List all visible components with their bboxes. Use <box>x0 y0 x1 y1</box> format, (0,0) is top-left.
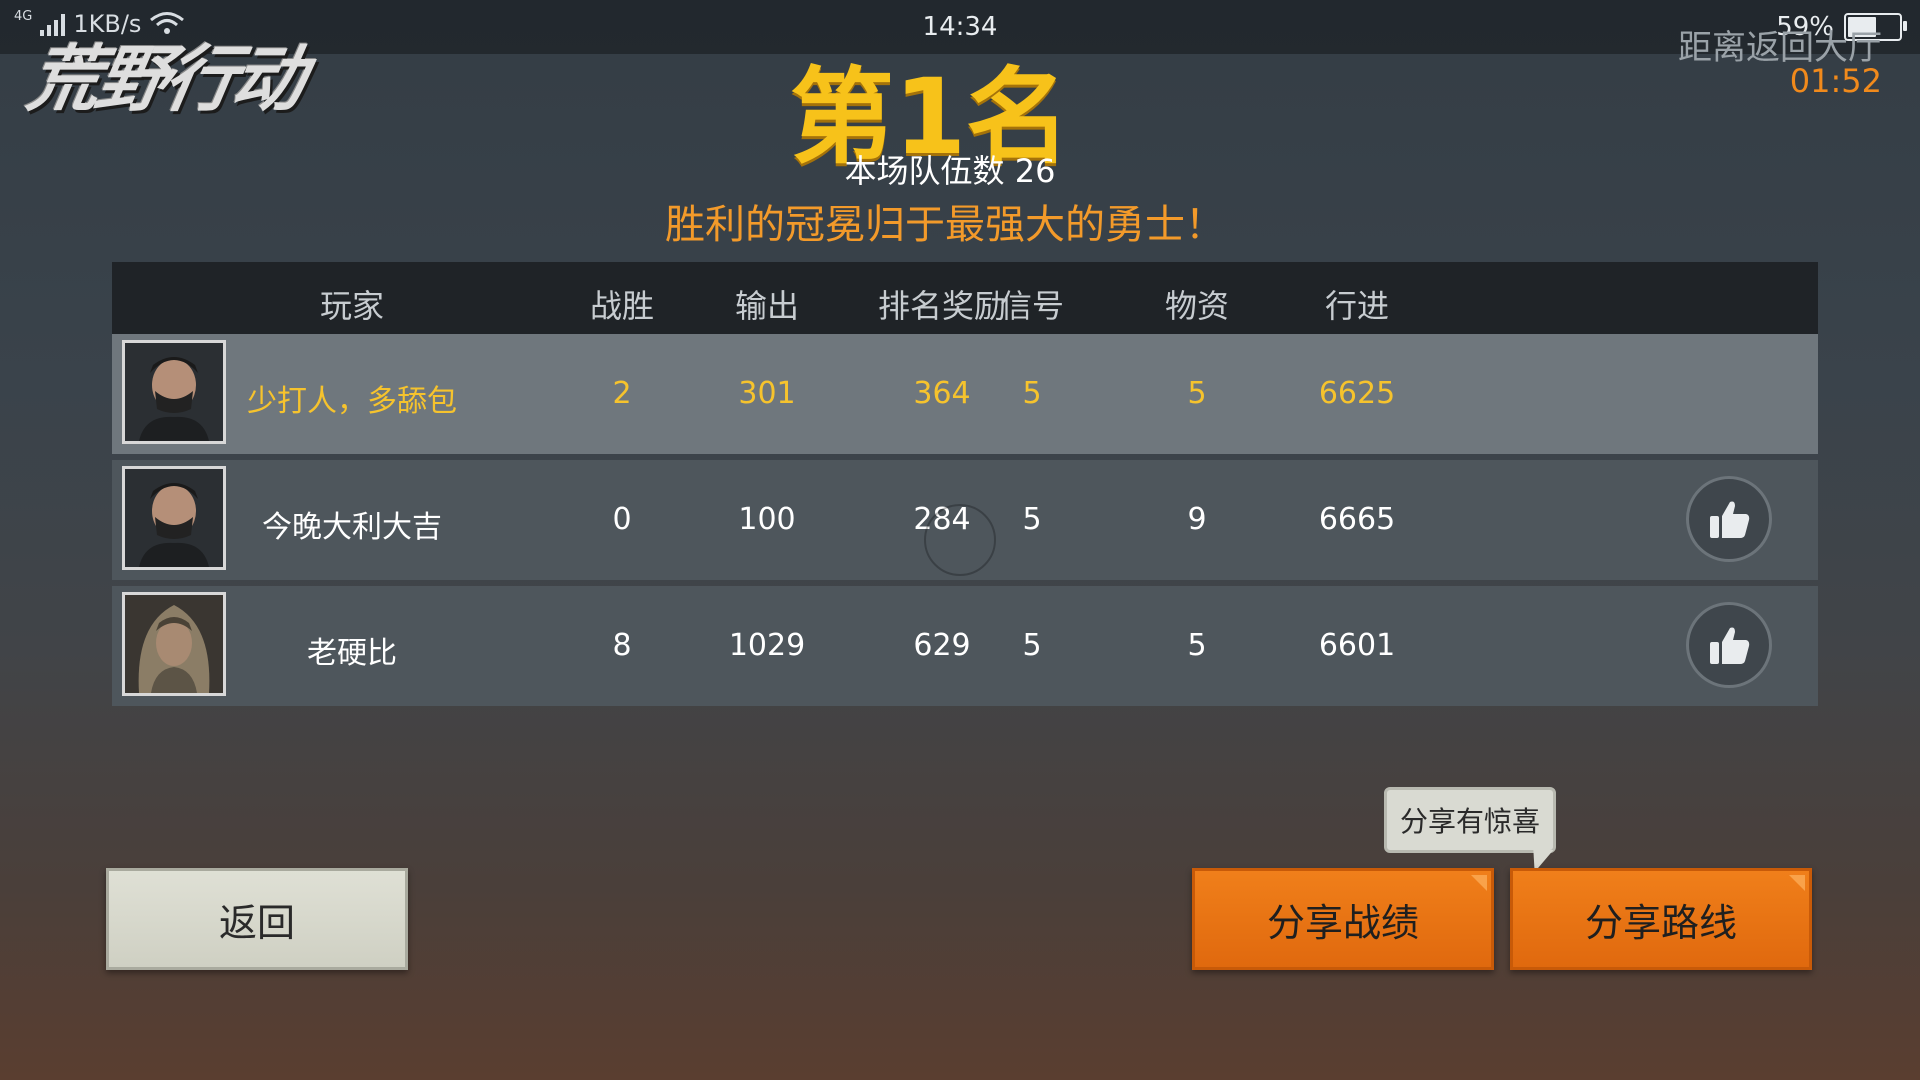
signal-value: 5 <box>1022 502 1042 537</box>
thumbs-up-icon <box>1710 501 1750 538</box>
team-count: 本场队伍数 26 <box>844 152 1056 190</box>
player-avatar[interactable] <box>122 340 226 444</box>
corner-decoration-icon <box>1789 875 1805 891</box>
share-route-label: 分享路线 <box>1584 900 1737 945</box>
supplies-value: 5 <box>1187 376 1207 411</box>
column-header-wins: 战胜 <box>589 287 654 325</box>
table-header: 玩家 战胜 输出 排名奖励 信号 物资 行进 <box>112 262 1818 334</box>
column-header-supplies: 物资 <box>1164 287 1229 325</box>
wins-value: 0 <box>612 502 632 537</box>
march-value: 6601 <box>1318 628 1396 663</box>
share-tooltip: 分享有惊喜 <box>1384 787 1556 853</box>
like-button[interactable] <box>1686 476 1772 562</box>
like-button[interactable] <box>1686 602 1772 688</box>
corner-decoration-icon <box>1471 875 1487 891</box>
player-name: 今晚大利大吉 <box>262 510 442 545</box>
supplies-value: 5 <box>1187 628 1207 663</box>
signal-value: 5 <box>1022 376 1042 411</box>
signal-value: 5 <box>1022 628 1042 663</box>
share-stats-label: 分享战绩 <box>1266 900 1419 945</box>
column-header-march: 行进 <box>1324 287 1389 325</box>
supplies-value: 9 <box>1187 502 1207 537</box>
thumbs-up-icon <box>1710 627 1750 664</box>
march-value: 6665 <box>1318 502 1396 537</box>
back-button[interactable]: 返回 <box>106 868 408 970</box>
table-row: 老硬比 8 1029 629 5 5 6601 <box>112 586 1818 706</box>
player-name: 老硬比 <box>307 636 397 671</box>
results-table: 玩家 战胜 输出 排名奖励 信号 物资 行进 少打人，多舔包 2 301 364… <box>112 262 1818 706</box>
player-avatar[interactable] <box>122 466 226 570</box>
column-header-signal: 信号 <box>999 287 1064 325</box>
wins-value: 2 <box>612 376 632 411</box>
player-avatar[interactable] <box>122 592 226 696</box>
table-row: 少打人，多舔包 2 301 364 5 5 6625 <box>112 334 1818 454</box>
share-route-button[interactable]: 分享路线 <box>1510 868 1812 970</box>
wins-value: 8 <box>612 628 632 663</box>
player-name: 少打人，多舔包 <box>247 384 457 419</box>
touch-indicator <box>924 504 996 576</box>
march-value: 6625 <box>1318 376 1396 411</box>
column-header-player: 玩家 <box>319 287 384 325</box>
share-stats-button[interactable]: 分享战绩 <box>1192 868 1494 970</box>
victory-slogan: 胜利的冠冕归于最强大的勇士！ <box>665 202 1225 248</box>
